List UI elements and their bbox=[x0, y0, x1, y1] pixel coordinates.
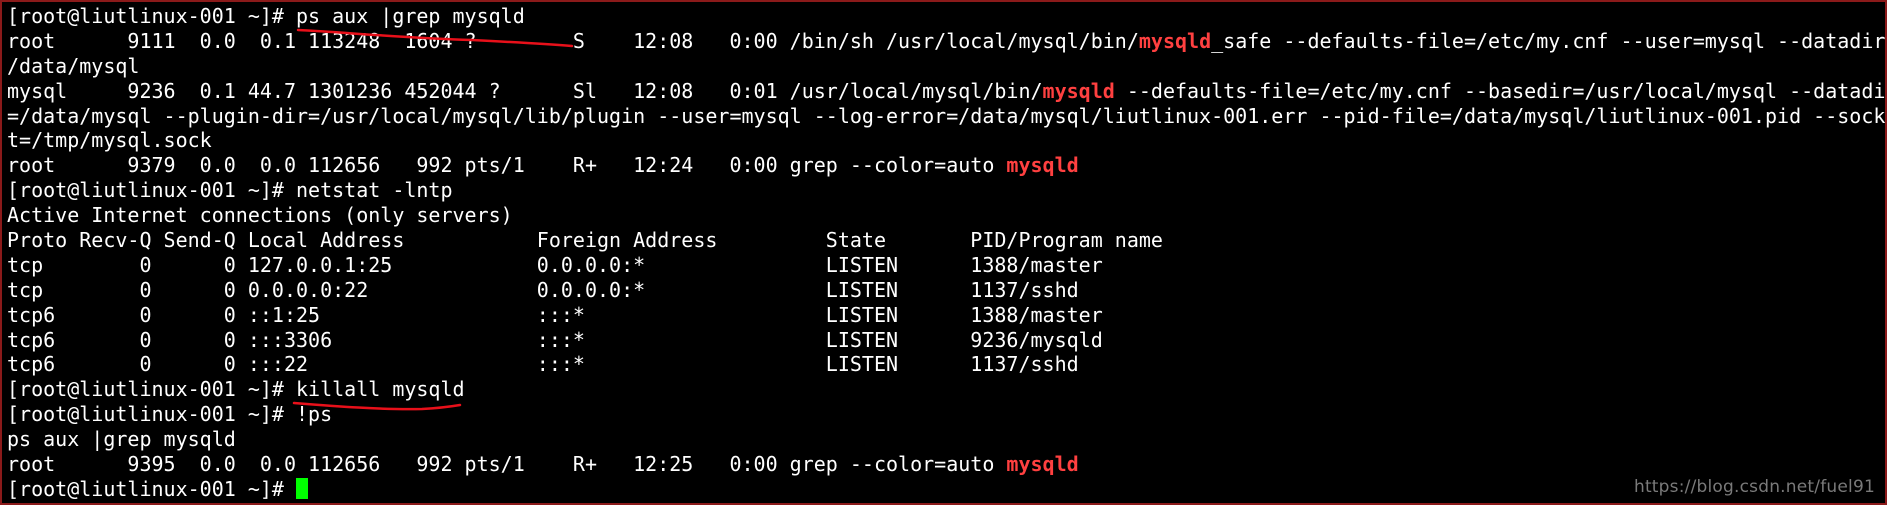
terminal-line: ps aux |grep mysqld bbox=[7, 427, 1885, 452]
grep-match-highlight: mysqld bbox=[1138, 28, 1212, 53]
terminal-text: [root@liutlinux-001 ~]# bbox=[7, 476, 296, 501]
terminal-text: --defaults-file=/etc/my.cnf --basedir=/u… bbox=[1114, 78, 1887, 103]
terminal-text: tcp6 0 0 :::3306 :::* LISTEN 9236/mysqld bbox=[7, 327, 1103, 352]
terminal-text: [root@liutlinux-001 ~]# !ps bbox=[7, 402, 333, 427]
terminal-text: =/data/mysql --plugin-dir=/usr/local/mys… bbox=[7, 103, 1887, 128]
terminal-line: [root@liutlinux-001 ~]# ps aux |grep mys… bbox=[7, 4, 1885, 29]
grep-match-highlight: mysqld bbox=[1042, 78, 1115, 103]
terminal-line: root 9395 0.0 0.0 112656 992 pts/1 R+ 12… bbox=[7, 452, 1885, 477]
terminal-line: =/data/mysql --plugin-dir=/usr/local/mys… bbox=[7, 103, 1887, 129]
terminal-line: tcp 0 0 0.0.0.0:22 0.0.0.0:* LISTEN 1137… bbox=[7, 277, 1885, 303]
terminal-text: _safe --defaults-file=/etc/my.cnf --user… bbox=[1211, 28, 1887, 53]
grep-match-highlight: mysqld bbox=[1006, 153, 1079, 178]
terminal-line: root 9379 0.0 0.0 112656 992 pts/1 R+ 12… bbox=[7, 153, 1885, 178]
terminal-text: mysql 9236 0.1 44.7 1301236 452044 ? Sl … bbox=[7, 78, 1043, 103]
terminal-line: tcp 0 0 127.0.0.1:25 0.0.0.0:* LISTEN 13… bbox=[7, 252, 1885, 278]
terminal-text: tcp 0 0 0.0.0.0:22 0.0.0.0:* LISTEN 1137… bbox=[7, 277, 1079, 302]
terminal-text: tcp 0 0 127.0.0.1:25 0.0.0.0:* LISTEN 13… bbox=[7, 252, 1103, 277]
terminal-line: tcp6 0 0 :::3306 :::* LISTEN 9236/mysqld bbox=[7, 327, 1885, 353]
terminal-text: [root@liutlinux-001 ~]# ps aux |grep mys… bbox=[7, 4, 525, 28]
terminal-output[interactable]: [root@liutlinux-001 ~]# ps aux |grep mys… bbox=[7, 4, 1887, 502]
terminal-line: tcp6 0 0 :::22 :::* LISTEN 1137/sshd bbox=[7, 352, 1885, 377]
terminal-text: t=/tmp/mysql.sock bbox=[7, 128, 212, 153]
terminal-line: Proto Recv-Q Send-Q Local Address Foreig… bbox=[7, 228, 1885, 253]
terminal-text: ps aux |grep mysqld bbox=[7, 427, 236, 452]
terminal-line: [root@liutlinux-001 ~]# netstat -lntp bbox=[7, 178, 1885, 203]
terminal-line: Active Internet connections (only server… bbox=[7, 203, 1885, 228]
terminal-line: /data/mysql bbox=[7, 53, 1885, 79]
terminal-line: tcp6 0 0 ::1:25 :::* LISTEN 1388/master bbox=[7, 302, 1885, 328]
watermark-url: https://blog.csdn.net/fuel91 bbox=[1633, 477, 1875, 497]
terminal-line: [root@liutlinux-001 ~]# bbox=[7, 476, 1885, 502]
terminal-line: mysql 9236 0.1 44.7 1301236 452044 ? Sl … bbox=[7, 78, 1887, 104]
grep-match-highlight: mysqld bbox=[1006, 452, 1079, 477]
terminal-text: Active Internet connections (only server… bbox=[7, 203, 513, 228]
terminal-text: /data/mysql bbox=[7, 53, 140, 78]
terminal-text: tcp6 0 0 :::22 :::* LISTEN 1137/sshd bbox=[7, 352, 1079, 377]
terminal-text: tcp6 0 0 ::1:25 :::* LISTEN 1388/master bbox=[7, 302, 1103, 327]
terminal-line: root 9111 0.0 0.1 113248 1604 ? S 12:08 … bbox=[7, 28, 1887, 54]
terminal-text: root 9395 0.0 0.0 112656 992 pts/1 R+ 12… bbox=[7, 452, 1007, 477]
terminal-window[interactable]: [root@liutlinux-001 ~]# ps aux |grep mys… bbox=[0, 0, 1887, 505]
terminal-text: root 9111 0.0 0.1 113248 1604 ? S 12:08 … bbox=[7, 28, 1139, 53]
terminal-text: [root@liutlinux-001 ~]# killall mysqld bbox=[7, 377, 465, 402]
terminal-line: [root@liutlinux-001 ~]# !ps bbox=[7, 402, 1885, 427]
terminal-text: root 9379 0.0 0.0 112656 992 pts/1 R+ 12… bbox=[7, 153, 1007, 178]
terminal-cursor bbox=[295, 477, 308, 499]
terminal-text: [root@liutlinux-001 ~]# netstat -lntp bbox=[7, 178, 453, 203]
terminal-line: t=/tmp/mysql.sock bbox=[7, 128, 1885, 153]
terminal-line: [root@liutlinux-001 ~]# killall mysqld bbox=[7, 377, 1885, 402]
terminal-text: Proto Recv-Q Send-Q Local Address Foreig… bbox=[7, 228, 1163, 253]
